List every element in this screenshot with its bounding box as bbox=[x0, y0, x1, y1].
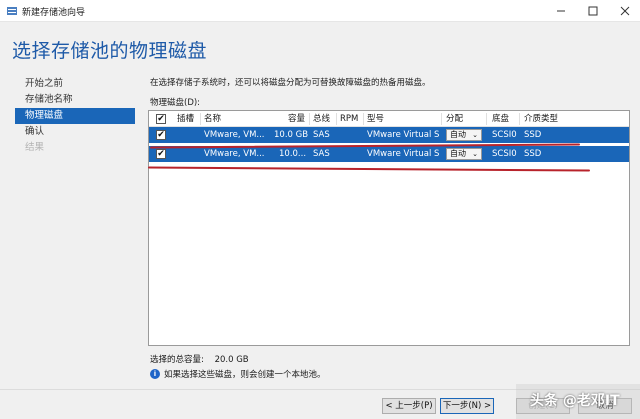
maximize-icon bbox=[588, 6, 598, 16]
chevron-down-icon: ⌄ bbox=[472, 131, 478, 139]
cell-model: VMware Virtual S bbox=[367, 149, 439, 159]
total-capacity-value: 20.0 GB bbox=[214, 355, 249, 365]
select-all-checkbox[interactable]: ✔ bbox=[156, 114, 166, 124]
table-row[interactable]: ✔ VMware, VM... 10.0 GB SAS VMware Virtu… bbox=[149, 127, 629, 143]
close-button[interactable] bbox=[610, 0, 640, 22]
row-checkbox[interactable]: ✔ bbox=[156, 130, 166, 140]
nav-item-confirmation[interactable]: 确认 bbox=[15, 124, 135, 140]
column-header-name[interactable]: 名称 bbox=[204, 111, 221, 127]
column-header-capacity[interactable]: 容量 bbox=[288, 111, 305, 127]
cell-name: VMware, VM... bbox=[204, 149, 265, 159]
cell-chassis: SCSI0 bbox=[492, 149, 517, 159]
maximize-button[interactable] bbox=[578, 0, 608, 22]
close-icon bbox=[620, 6, 630, 16]
page-title: 选择存储池的物理磁盘 bbox=[12, 40, 208, 62]
column-header-allocation[interactable]: 分配 bbox=[446, 111, 463, 127]
cell-name: VMware, VM... bbox=[204, 130, 265, 140]
allocation-value: 自动 bbox=[450, 130, 466, 139]
allocation-value: 自动 bbox=[450, 149, 466, 158]
column-header-slot[interactable]: 插槽 bbox=[177, 111, 194, 127]
info-text: 如果选择这些磁盘，则会创建一个本地池。 bbox=[164, 370, 326, 380]
column-divider bbox=[336, 113, 337, 125]
column-header-media-type[interactable]: 介质类型 bbox=[524, 111, 558, 127]
storage-pool-icon bbox=[7, 7, 17, 15]
nav-item-pool-name[interactable]: 存储池名称 bbox=[15, 92, 135, 108]
minimize-button[interactable] bbox=[546, 0, 576, 22]
column-divider bbox=[309, 113, 310, 125]
watermark: 头条 @老邓IT bbox=[516, 384, 640, 419]
column-divider bbox=[363, 113, 364, 125]
nav-item-physical-disks[interactable]: 物理磁盘 bbox=[15, 108, 135, 124]
minimize-icon bbox=[557, 10, 565, 12]
nav-item-results: 结果 bbox=[25, 142, 45, 153]
info-icon: i bbox=[150, 369, 160, 379]
cell-media-type: SSD bbox=[524, 130, 542, 140]
next-button[interactable]: 下一步(N) > bbox=[440, 398, 494, 414]
physical-disks-label: 物理磁盘(D): bbox=[150, 98, 201, 108]
back-button[interactable]: < 上一步(P) bbox=[382, 398, 436, 414]
nav-item-before-you-begin[interactable]: 开始之前 bbox=[15, 76, 135, 92]
cell-capacity: 10.0... bbox=[279, 149, 307, 159]
allocation-dropdown[interactable]: 自动 ⌄ bbox=[446, 148, 482, 160]
cell-bus: SAS bbox=[313, 130, 330, 140]
column-divider bbox=[441, 113, 442, 125]
table-header: ✔ 插槽 名称 容量 总线 RPM 型号 分配 底盘 介质类型 bbox=[149, 111, 629, 127]
column-header-bus[interactable]: 总线 bbox=[313, 111, 330, 127]
column-header-chassis[interactable]: 底盘 bbox=[492, 111, 509, 127]
window-title: 新建存储池向导 bbox=[22, 8, 86, 18]
total-capacity: 选择的总容量: 20.0 GB bbox=[150, 353, 249, 365]
column-header-rpm[interactable]: RPM bbox=[340, 111, 358, 127]
cell-capacity: 10.0 GB bbox=[274, 130, 309, 140]
description-text: 在选择存储子系统时，还可以将磁盘分配为可替换故障磁盘的热备用磁盘。 bbox=[150, 78, 431, 88]
column-divider bbox=[486, 113, 487, 125]
chevron-down-icon: ⌄ bbox=[472, 150, 478, 158]
cell-media-type: SSD bbox=[524, 149, 542, 159]
allocation-dropdown[interactable]: 自动 ⌄ bbox=[446, 129, 482, 141]
cell-model: VMware Virtual S bbox=[367, 130, 439, 140]
row-checkbox[interactable]: ✔ bbox=[156, 149, 166, 159]
column-divider bbox=[200, 113, 201, 125]
title-bar: 新建存储池向导 bbox=[0, 0, 640, 22]
column-header-model[interactable]: 型号 bbox=[367, 111, 384, 127]
cell-chassis: SCSI0 bbox=[492, 130, 517, 140]
cell-bus: SAS bbox=[313, 149, 330, 159]
total-capacity-label: 选择的总容量: bbox=[150, 355, 204, 365]
table-row[interactable]: ✔ VMware, VM... 10.0... SAS VMware Virtu… bbox=[149, 146, 629, 162]
wizard-nav: 开始之前 存储池名称 物理磁盘 确认 结果 bbox=[15, 76, 135, 156]
column-divider bbox=[519, 113, 520, 125]
info-message: i 如果选择这些磁盘，则会创建一个本地池。 bbox=[150, 368, 326, 380]
